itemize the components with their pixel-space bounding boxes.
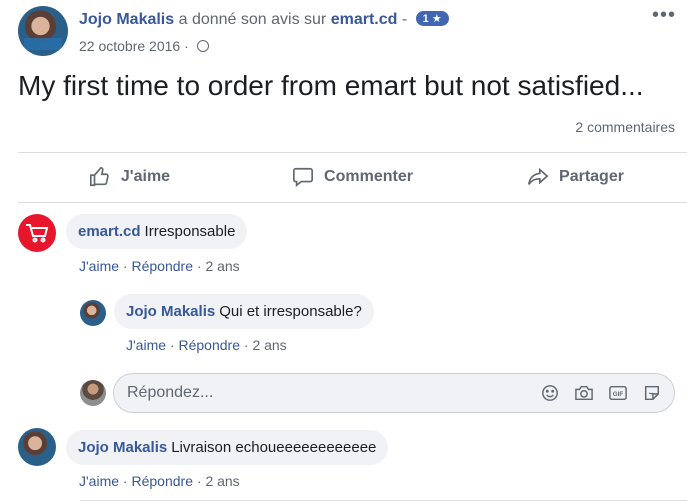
comment-icon [293,167,314,187]
meta-separator: · [119,258,132,274]
post-header-line: Jojo Makalis a donné son avis sur emart.… [79,11,449,29]
post-body: My first time to order from emart but no… [18,70,644,101]
reply-like-link[interactable]: J'aime [126,337,166,353]
comment-meta: J'aime · Répondre · 2 ans [79,258,240,274]
comment-like-link[interactable]: J'aime [79,473,119,489]
divider [80,500,687,501]
comment-author[interactable]: Jojo Makalis [78,439,167,456]
author-avatar[interactable] [18,6,68,56]
comment-bubble: emart.cd Irresponsable [66,214,248,249]
comment-time[interactable]: 2 ans [205,258,239,274]
like-label: J'aime [120,168,171,185]
post-header: Jojo Makalis a donné son avis sur emart.… [18,4,678,64]
action-text: a donné son avis sur [178,11,327,28]
author-name[interactable]: Jojo Makalis [79,11,174,28]
divider [18,202,687,203]
rating-badge: 1 ★ [415,11,449,26]
date-separator: · [180,38,193,54]
more-options-icon[interactable]: ••• [652,5,676,25]
comment-reply-link[interactable]: Répondre [131,258,193,274]
reply-meta: J'aime · Répondre · 2 ans [126,337,287,353]
page-link[interactable]: emart.cd [331,11,398,28]
thumbs-up-icon [89,167,109,187]
emart-avatar[interactable] [18,214,56,252]
share-label: Partager [559,168,624,185]
action-bar: J'aime Commenter Partager [18,152,687,202]
comment-author-avatar[interactable] [18,428,56,466]
comment-reply-link[interactable]: Répondre [131,473,193,489]
camera-icon[interactable] [574,383,594,403]
comment-label: Commenter [324,168,413,185]
reply-box: GIF [113,373,675,413]
reply-time[interactable]: 2 ans [252,337,286,353]
sticker-icon[interactable] [642,383,662,403]
reply-text: Qui et irresponsable? [219,303,362,320]
meta-separator: · [192,473,206,489]
reply-tools: GIF [540,383,662,403]
meta-separator: · [166,337,179,353]
smiley-icon[interactable] [540,383,560,403]
comment-text: Livraison echoueeeeeeeeeeee [171,439,377,456]
comment-text: Irresponsable [144,223,236,240]
post-subline: 22 octobre 2016 · [79,38,209,54]
comment-meta: J'aime · Répondre · 2 ans [79,473,240,489]
gif-icon[interactable]: GIF [608,383,628,403]
current-user-avatar [80,380,106,406]
meta-separator: · [239,337,253,353]
comment-bubble: Jojo Makalis Livraison echoueeeeeeeeeeee [66,430,389,465]
post-date[interactable]: 22 octobre 2016 [79,38,180,54]
header-separator: - [397,11,412,28]
svg-text:GIF: GIF [613,391,624,398]
like-button[interactable]: J'aime [18,152,241,202]
reply-input[interactable] [127,384,507,402]
meta-separator: · [119,473,132,489]
share-button[interactable]: Partager [464,152,687,202]
cart-icon [26,224,49,243]
meta-separator: · [192,258,206,274]
comment-count[interactable]: 2 commentaires [575,119,675,135]
reply-reply-link[interactable]: Répondre [178,337,240,353]
reply-author-avatar[interactable] [80,300,106,326]
globe-icon [196,40,209,52]
comment-button[interactable]: Commenter [241,152,464,202]
comment-like-link[interactable]: J'aime [79,258,119,274]
reply-author[interactable]: Jojo Makalis [126,303,215,320]
comment-time[interactable]: 2 ans [205,473,239,489]
comment-author[interactable]: emart.cd [78,223,141,240]
share-icon [528,167,549,185]
reply-bubble: Jojo Makalis Qui et irresponsable? [114,294,374,329]
